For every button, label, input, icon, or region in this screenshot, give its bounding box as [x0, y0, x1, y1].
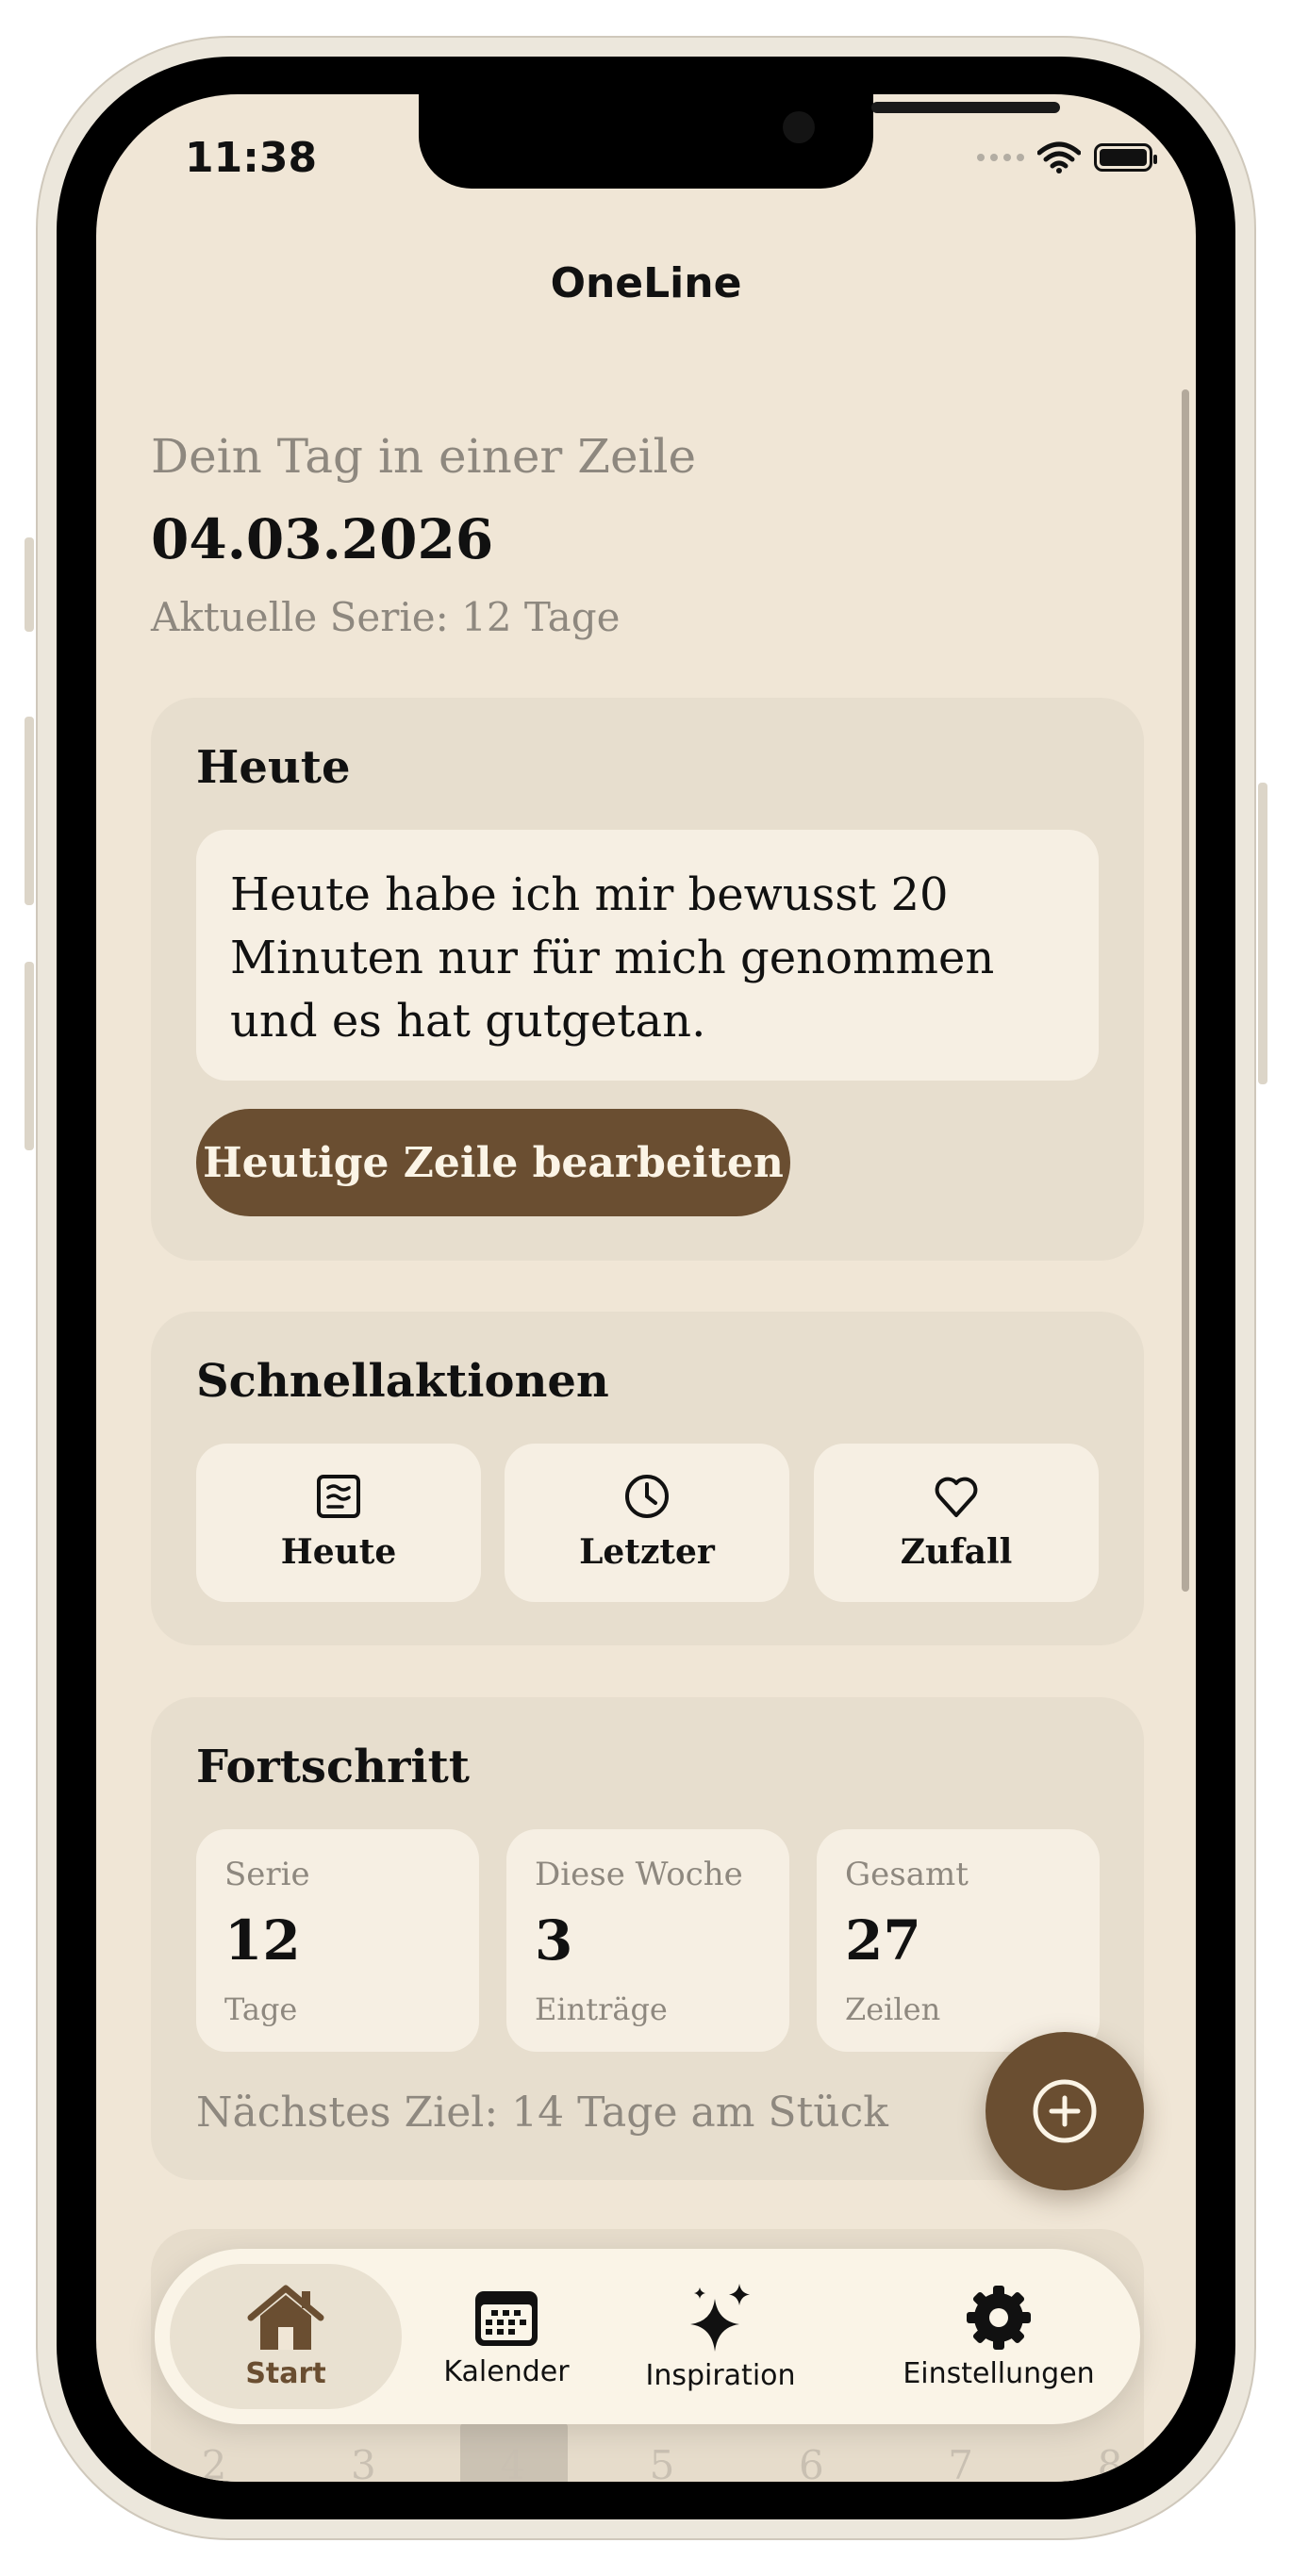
calendar-week-row: 2 3 4 5 6 7 8 [172, 2442, 1152, 2482]
stat-value: 12 [224, 1908, 301, 1973]
battery-icon [1094, 143, 1157, 172]
quick-actions-card: Schnellaktionen Heute Letzter Zufall [151, 1312, 1144, 1645]
sparkles-icon [690, 2283, 750, 2352]
screen: 11:38 OneLine Dein Tag in einer Zeile 04… [96, 94, 1196, 2482]
status-time: 11:38 [185, 134, 318, 182]
calendar-day[interactable]: 4 [471, 2442, 555, 2482]
calendar-day[interactable]: 6 [769, 2442, 853, 2482]
notch [419, 94, 1060, 189]
tab-calendar[interactable]: Kalender [407, 2249, 605, 2424]
stat-streak: Serie 12 Tage [196, 1829, 479, 2052]
tab-start[interactable]: Start [170, 2249, 402, 2424]
calendar-day[interactable]: 5 [620, 2442, 704, 2482]
tab-label: Einstellungen [903, 2356, 1095, 2390]
quick-action-label: Heute [280, 1532, 397, 1572]
stat-unit: Einträge [535, 1991, 668, 2027]
edit-today-button[interactable]: Heutige Zeile bearbeiten [196, 1109, 790, 1216]
header-date: 04.03.2026 [151, 507, 494, 571]
today-entry-text[interactable]: Heute habe ich mir bewusst 20 Minuten nu… [196, 830, 1099, 1081]
calendar-day[interactable]: 3 [321, 2442, 406, 2482]
today-card: Heute Heute habe ich mir bewusst 20 Minu… [151, 698, 1144, 1261]
stat-week: Diese Woche 3 Einträge [506, 1829, 789, 2052]
header-subtitle: Dein Tag in einer Zeile [151, 429, 697, 484]
add-entry-button[interactable] [986, 2032, 1144, 2190]
mute-switch [25, 537, 34, 632]
stat-value: 27 [845, 1908, 921, 1973]
stat-label: Diese Woche [535, 1856, 743, 1893]
stat-unit: Tage [224, 1991, 298, 2027]
calendar-day[interactable]: 2 [172, 2442, 257, 2482]
quick-action-label: Zufall [900, 1532, 1013, 1572]
nav-title: OneLine [550, 259, 742, 307]
calendar-day[interactable]: 7 [919, 2442, 1003, 2482]
quick-action-today[interactable]: Heute [196, 1444, 481, 1602]
tab-bar: Start Kalender Inspiration Einstellungen [155, 2249, 1140, 2424]
front-camera [783, 111, 815, 143]
power-button [1258, 783, 1267, 1084]
heart-icon [935, 1477, 978, 1517]
quick-action-random[interactable]: Zufall [814, 1444, 1099, 1602]
today-card-title: Heute [196, 741, 351, 794]
speaker-grille [871, 102, 1060, 113]
calendar-day[interactable]: 8 [1068, 2442, 1152, 2482]
stat-total: Gesamt 27 Zeilen [817, 1829, 1100, 2052]
house-icon [247, 2285, 324, 2350]
calendar-icon [475, 2290, 538, 2346]
wifi-icon [1037, 141, 1081, 173]
tab-label: Start [245, 2356, 326, 2390]
tab-label: Kalender [443, 2354, 570, 2388]
plus-circle-icon [1033, 2079, 1097, 2143]
next-goal-text: Nächstes Ziel: 14 Tage am Stück [196, 2089, 888, 2137]
quick-actions-title: Schnellaktionen [196, 1355, 609, 1408]
volume-up-button [25, 717, 34, 905]
quick-action-label: Letzter [579, 1532, 715, 1572]
status-indicators [977, 141, 1157, 173]
header-streak: Aktuelle Serie: 12 Tage [151, 594, 621, 640]
stat-value: 3 [535, 1908, 573, 1973]
stat-label: Serie [224, 1856, 310, 1893]
tab-settings[interactable]: Einstellungen [871, 2249, 1126, 2424]
stat-unit: Zeilen [845, 1991, 941, 2027]
scrollbar[interactable] [1182, 389, 1189, 1592]
quick-action-last[interactable]: Letzter [505, 1444, 789, 1602]
progress-title: Fortschritt [196, 1741, 470, 1793]
stat-label: Gesamt [845, 1856, 969, 1893]
signal-icon [977, 154, 1024, 161]
tab-label: Inspiration [645, 2358, 796, 2392]
note-icon [317, 1475, 360, 1518]
volume-down-button [25, 962, 34, 1150]
clock-icon [625, 1475, 669, 1518]
gear-icon [967, 2285, 1031, 2350]
tab-inspiration[interactable]: Inspiration [617, 2249, 824, 2424]
